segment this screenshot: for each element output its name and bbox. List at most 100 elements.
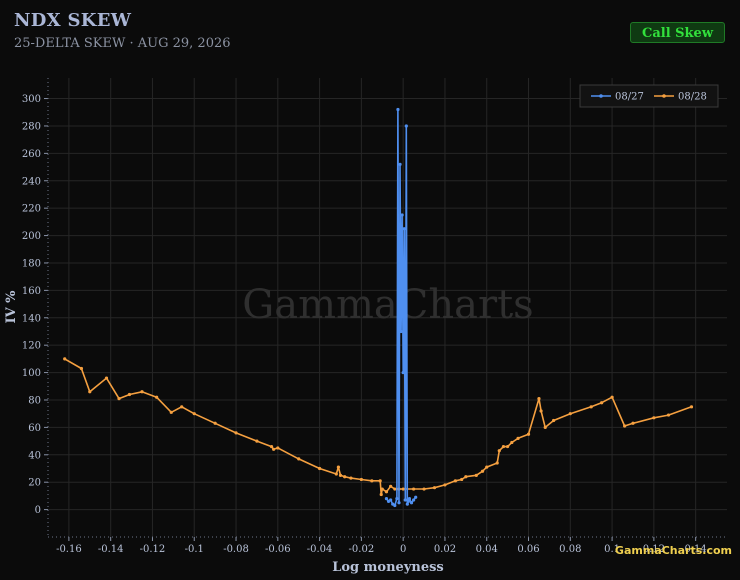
data-point [393,503,397,508]
data-point [397,501,401,505]
data-point [401,370,405,375]
x-tick-label: -0.1 [185,544,204,555]
data-point [406,499,410,503]
y-tick-label: 300 [22,94,41,105]
data-point [380,487,384,491]
data-point [276,446,280,450]
data-point [399,329,403,334]
data-point [127,392,132,397]
y-tick-label: 240 [22,176,41,187]
x-tick-label: -0.04 [307,544,333,555]
series-line-08-28 [64,358,692,496]
data-point [409,501,414,505]
y-tick-label: 0 [35,505,41,516]
data-point [400,213,404,217]
data-point [589,405,593,409]
data-point [338,473,343,477]
data-point [359,477,363,482]
data-point [192,412,196,416]
data-point [343,475,347,479]
data-point [631,421,635,425]
legend-08-28-marker [662,94,666,98]
watermark: GammaCharts [242,282,533,328]
legend-08-27-marker [599,94,603,98]
data-point [169,410,173,414]
data-point [652,416,656,420]
data-point [389,498,393,502]
data-point [485,465,489,469]
data-point [255,439,259,443]
x-tick-label: -0.12 [140,544,166,555]
data-point [510,440,514,445]
data-point [412,498,416,502]
y-tick-label: 20 [28,478,41,489]
x-tick-label: 0.04 [476,544,498,555]
data-point [379,492,383,497]
data-point [407,497,412,501]
data-point [370,479,374,483]
data-point [396,107,400,112]
data-point [623,424,627,428]
x-tick-label: 0.06 [517,544,539,555]
data-point [568,412,572,416]
data-point [378,479,382,483]
data-point [497,449,501,453]
data-point [393,487,397,491]
y-tick-label: 180 [22,258,41,269]
y-tick-label: 140 [22,313,41,324]
data-point [384,490,389,494]
data-point [79,366,84,371]
y-tick-label: 260 [22,149,41,160]
legend: 08/27 08/28 [579,84,719,108]
data-point [506,444,510,449]
data-point [412,487,416,491]
y-tick-label: 100 [22,368,41,379]
data-point [666,413,671,417]
y-tick-label: 280 [22,121,41,132]
data-point [401,487,405,491]
y-tick-label: 60 [28,423,41,434]
x-tick-label: -0.06 [265,544,291,555]
x-tick-label: 0.02 [434,544,456,555]
data-point [180,405,184,409]
y-tick-label: 220 [22,204,41,215]
data-point [443,483,447,487]
x-tick-label: 0 [400,544,406,555]
data-point [63,357,67,361]
y-axis-title: IV % [4,290,19,324]
data-point [453,479,457,483]
data-point [272,447,276,451]
y-tick-label: 120 [22,341,41,352]
x-tick-label: -0.08 [223,544,249,555]
data-point [432,486,437,490]
y-tick-label: 80 [28,395,41,406]
data-point [318,466,322,471]
data-point [600,401,604,405]
x-tick-label: 0.08 [559,544,581,555]
data-point [551,418,556,423]
data-point [395,497,399,501]
y-tick-label: 160 [22,286,41,297]
skew-chart: GammaCharts -0.16 -0.14 -0.12 -0.1 -0.08 -0.0… [4,78,732,575]
data-point [405,502,409,506]
data-point [414,495,418,499]
data-point [336,465,341,469]
legend-08-28-label: 08/28 [678,92,707,103]
data-point [610,395,614,399]
data-point [140,390,144,394]
data-point [398,162,402,166]
data-point [464,475,468,479]
data-point [389,484,393,488]
x-tick-label: -0.16 [56,544,82,555]
x-tick-label: -0.14 [98,544,124,555]
data-point [402,227,406,231]
data-point [334,472,338,476]
data-point [526,432,531,436]
data-point [88,390,92,394]
data-point [501,444,506,449]
x-tick-label: -0.02 [349,544,375,555]
data-point [543,425,547,429]
brand-logo-text: GammaCharts.com [615,544,732,557]
data-point [234,431,238,435]
data-point [155,395,159,399]
